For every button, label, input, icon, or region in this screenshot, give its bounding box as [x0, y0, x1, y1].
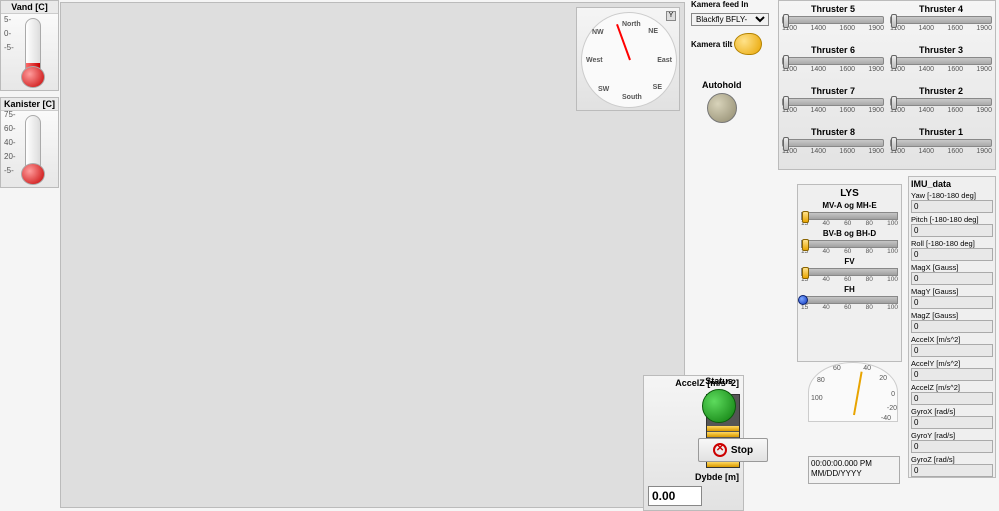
imu-row-9-label: GyroX [rad/s]: [911, 407, 993, 416]
depth-value: 0.00: [648, 486, 702, 506]
lys-row-1-slider[interactable]: [801, 240, 898, 248]
depth-label: Dybde [m]: [644, 472, 743, 482]
compass-e: East: [657, 57, 672, 64]
kamera-label: Kamera feed In: [691, 0, 769, 9]
autohold-led[interactable]: [707, 93, 737, 123]
kamera-tilt-label: Kamera tilt: [691, 40, 732, 49]
imu-row-8-value: 0: [911, 392, 993, 405]
timestamp-date: MM/DD/YYYY: [811, 469, 897, 479]
lys-row-3-slider[interactable]: [801, 296, 898, 304]
thruster-2: Thruster 2 1100140016001900: [890, 86, 992, 125]
imu-row-6-label: AccelX [m/s^2]: [911, 335, 993, 344]
compass-y-button[interactable]: Y: [666, 11, 676, 21]
imu-row-6-value: 0: [911, 344, 993, 357]
thruster-7: Thruster 7 1100140016001900: [782, 86, 884, 125]
thermo-kanister-scale: 75- 60- 40- 20- -5-: [4, 111, 16, 181]
status-label: Status: [702, 376, 736, 386]
imu-row-7-value: 0: [911, 368, 993, 381]
imu-row-7-label: AccelY [m/s^2]: [911, 359, 993, 368]
thermo-vand: Vand [C] 5- 0- -5-: [0, 0, 59, 91]
thruster-8-slider[interactable]: [782, 139, 884, 147]
imu-row-11-value: 0: [911, 464, 993, 477]
compass-n: North: [622, 21, 641, 28]
compass-sw: SW: [598, 86, 609, 93]
imu-row-3-value: 0: [911, 272, 993, 285]
imu-row-11-label: GyroZ [rad/s]: [911, 455, 993, 464]
compass-dial: North NE East SE South SW West NW: [581, 12, 677, 108]
imu-row-2-label: Roll [-180-180 deg]: [911, 239, 993, 248]
imu-row-0-value: 0: [911, 200, 993, 213]
stop-label: Stop: [731, 445, 753, 456]
timestamp-box: 00:00:00.000 PM MM/DD/YYYY: [808, 456, 900, 484]
imu-row-9-value: 0: [911, 416, 993, 429]
thruster-4: Thruster 4 1100140016001900: [890, 4, 992, 43]
timestamp-time: 00:00:00.000 PM: [811, 459, 897, 469]
gauge: 100 80 60 40 20 0 -20 -40: [808, 362, 900, 440]
imu-row-0-label: Yaw [-180-180 deg]: [911, 191, 993, 200]
compass-nw: NW: [592, 29, 604, 36]
autohold: Autohold: [702, 80, 742, 123]
thruster-3: Thruster 3 1100140016001900: [890, 45, 992, 84]
compass-w: West: [586, 57, 603, 64]
thermo-vand-scale: 5- 0- -5-: [4, 16, 14, 58]
imu-row-8-label: AccelZ [m/s^2]: [911, 383, 993, 392]
thruster-7-slider[interactable]: [782, 98, 884, 106]
thruster-5-slider[interactable]: [782, 16, 884, 24]
compass-ne: NE: [648, 28, 658, 35]
thruster-6-slider[interactable]: [782, 57, 884, 65]
thruster-5: Thruster 5 1100140016001900: [782, 4, 884, 43]
imu-row-4-value: 0: [911, 296, 993, 309]
imu-title: IMU_data: [911, 179, 993, 189]
compass-se: SE: [653, 84, 662, 91]
lys-panel: LYS MV-A og MH-E 15406080100 BV-B og BH-…: [797, 184, 902, 362]
thruster-3-slider[interactable]: [890, 57, 992, 65]
thermo-kanister: Kanister [C] 75- 60- 40- 20- -5-: [0, 97, 59, 188]
lys-title: LYS: [801, 188, 898, 199]
imu-row-5-value: 0: [911, 320, 993, 333]
thruster-1-slider[interactable]: [890, 139, 992, 147]
thruster-2-slider[interactable]: [890, 98, 992, 106]
kamera-tilt-led[interactable]: [734, 33, 762, 55]
status: Status: [702, 376, 736, 423]
imu-row-1-value: 0: [911, 224, 993, 237]
kamera-select[interactable]: Blackfly BFLY-: [691, 13, 769, 26]
lys-row-0-label: MV-A og MH-E: [801, 201, 898, 210]
compass: Y North NE East SE South SW West NW: [576, 7, 680, 111]
imu-row-1-label: Pitch [-180-180 deg]: [911, 215, 993, 224]
imu-row-3-label: MagX [Gauss]: [911, 263, 993, 272]
thruster-panel: Thruster 5 1100140016001900 Thruster 4 1…: [778, 0, 996, 170]
imu-row-5-label: MagZ [Gauss]: [911, 311, 993, 320]
thruster-6: Thruster 6 1100140016001900: [782, 45, 884, 84]
lys-row-3-label: FH: [801, 285, 898, 294]
status-led: [702, 389, 736, 423]
stop-icon: [713, 443, 727, 457]
compass-s: South: [622, 94, 642, 101]
lys-row-1-label: BV-B og BH-D: [801, 229, 898, 238]
imu-row-2-value: 0: [911, 248, 993, 261]
compass-needle: [616, 24, 631, 60]
imu-row-10-value: 0: [911, 440, 993, 453]
imu-row-10-label: GyroY [rad/s]: [911, 431, 993, 440]
lys-row-2-slider[interactable]: [801, 268, 898, 276]
lys-row-2-label: FV: [801, 257, 898, 266]
imu-panel: IMU_data Yaw [-180-180 deg]0Pitch [-180-…: [908, 176, 996, 478]
thruster-8: Thruster 8 1100140016001900: [782, 127, 884, 166]
main-canvas: Y North NE East SE South SW West NW Acce…: [60, 2, 685, 508]
gauge-needle: [853, 371, 863, 415]
autohold-label: Autohold: [702, 80, 742, 90]
thermo-vand-title: Vand [C]: [1, 1, 58, 14]
kamera-box: Kamera feed In Blackfly BFLY- Kamera til…: [691, 0, 769, 55]
imu-row-4-label: MagY [Gauss]: [911, 287, 993, 296]
thruster-1: Thruster 1 1100140016001900: [890, 127, 992, 166]
stop-button[interactable]: Stop: [698, 438, 768, 462]
lys-row-0-slider[interactable]: [801, 212, 898, 220]
thruster-4-slider[interactable]: [890, 16, 992, 24]
